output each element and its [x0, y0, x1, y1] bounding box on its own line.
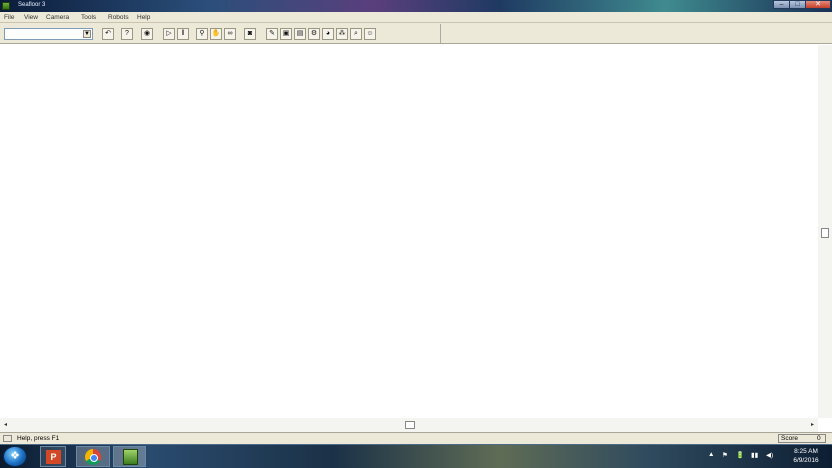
taskbar-powerpoint[interactable]: P	[40, 446, 66, 467]
pen-icon[interactable]: ✎	[266, 28, 278, 40]
clock-time: 8:25 AM	[794, 448, 818, 455]
minimize-button[interactable]: –	[773, 0, 790, 9]
vertical-scrollbar[interactable]	[818, 45, 832, 418]
menu-bar: File View Camera Tools Robots Help	[0, 12, 832, 23]
action-center-icon[interactable]: ⚑	[722, 451, 728, 459]
menu-robots[interactable]: Robots	[108, 14, 129, 21]
taskbar-seafloor[interactable]	[113, 446, 146, 467]
menu-tools[interactable]: Tools	[81, 14, 96, 21]
chrome-icon	[85, 449, 101, 465]
volume-icon[interactable]: ◀)	[766, 451, 773, 459]
simulation-canvas[interactable]	[0, 45, 818, 418]
view-b-icon[interactable]: ▤	[294, 28, 306, 40]
pause-icon[interactable]: ‖	[177, 28, 189, 40]
eye-icon[interactable]: ◉	[141, 28, 153, 40]
zoom-icon[interactable]: ⌕	[350, 28, 362, 40]
app-icon	[2, 2, 10, 10]
network-signal-icon[interactable]: ▮▮	[751, 451, 758, 459]
play-icon[interactable]: ▷	[163, 28, 175, 40]
scroll-left-icon[interactable]: ◂	[4, 421, 7, 428]
vertical-scroll-thumb[interactable]	[821, 228, 829, 238]
status-bar: Help, press F1 Score 0	[0, 432, 832, 444]
close-button[interactable]: ✕	[805, 0, 831, 9]
toolbar-separator	[440, 24, 441, 43]
network-icon[interactable]: ⁂	[336, 28, 348, 40]
view-a-icon[interactable]: ▣	[280, 28, 292, 40]
toolbar: ▼ ↶? ◉ ▷ ‖ ⚲ ✋ ∞ ◙ ✎ ▣ ▤ ⚙ ◕ ⁂ ⌕ ☺	[0, 23, 832, 44]
menu-camera[interactable]: Camera	[46, 14, 69, 21]
powerpoint-icon: P	[46, 450, 61, 464]
score-value: 0	[817, 435, 821, 442]
menu-help[interactable]: Help	[137, 14, 150, 21]
window-title: Seafloor 3	[18, 2, 46, 8]
horizontal-scroll-thumb[interactable]	[405, 421, 415, 429]
help-icon[interactable]: ?	[121, 28, 133, 40]
tool-a-icon[interactable]: ⚲	[196, 28, 208, 40]
robot-icon[interactable]: ⚙	[308, 28, 320, 40]
globe-icon[interactable]: ◕	[322, 28, 334, 40]
battery-icon[interactable]: 🔋	[736, 451, 744, 459]
menu-file[interactable]: File	[4, 14, 14, 21]
start-button[interactable]: ❖	[3, 446, 27, 467]
scroll-right-icon[interactable]: ▸	[811, 421, 814, 428]
score-panel: Score 0	[778, 434, 826, 443]
person-icon[interactable]: ☺	[364, 28, 376, 40]
status-indicator	[3, 435, 12, 442]
taskbar-chrome[interactable]	[76, 446, 110, 467]
title-bar: Seafloor 3 – □ ✕	[0, 0, 832, 12]
camera-icon[interactable]: ◙	[244, 28, 256, 40]
show-hidden-icons-icon[interactable]: ▲	[708, 451, 714, 458]
robot-selector-combo[interactable]: ▼	[4, 28, 93, 40]
tool-c-icon[interactable]: ∞	[224, 28, 236, 40]
status-hint: Help, press F1	[17, 435, 60, 442]
undo-icon[interactable]: ↶	[102, 28, 114, 40]
tool-b-icon[interactable]: ✋	[210, 28, 222, 40]
menu-view[interactable]: View	[24, 14, 38, 21]
maximize-button[interactable]: □	[789, 0, 806, 9]
taskbar: ❖ P ▲ ⚑ 🔋 ▮▮ ◀) 8:25 AM 6/9/2016	[0, 444, 832, 468]
clock-date: 6/9/2016	[793, 457, 819, 464]
chevron-down-icon[interactable]: ▼	[83, 30, 91, 38]
horizontal-scrollbar[interactable]: ◂ ▸	[0, 418, 818, 432]
score-label: Score	[781, 435, 798, 442]
seafloor-app-icon	[123, 449, 138, 465]
system-clock[interactable]: 8:25 AM 6/9/2016	[784, 447, 828, 465]
